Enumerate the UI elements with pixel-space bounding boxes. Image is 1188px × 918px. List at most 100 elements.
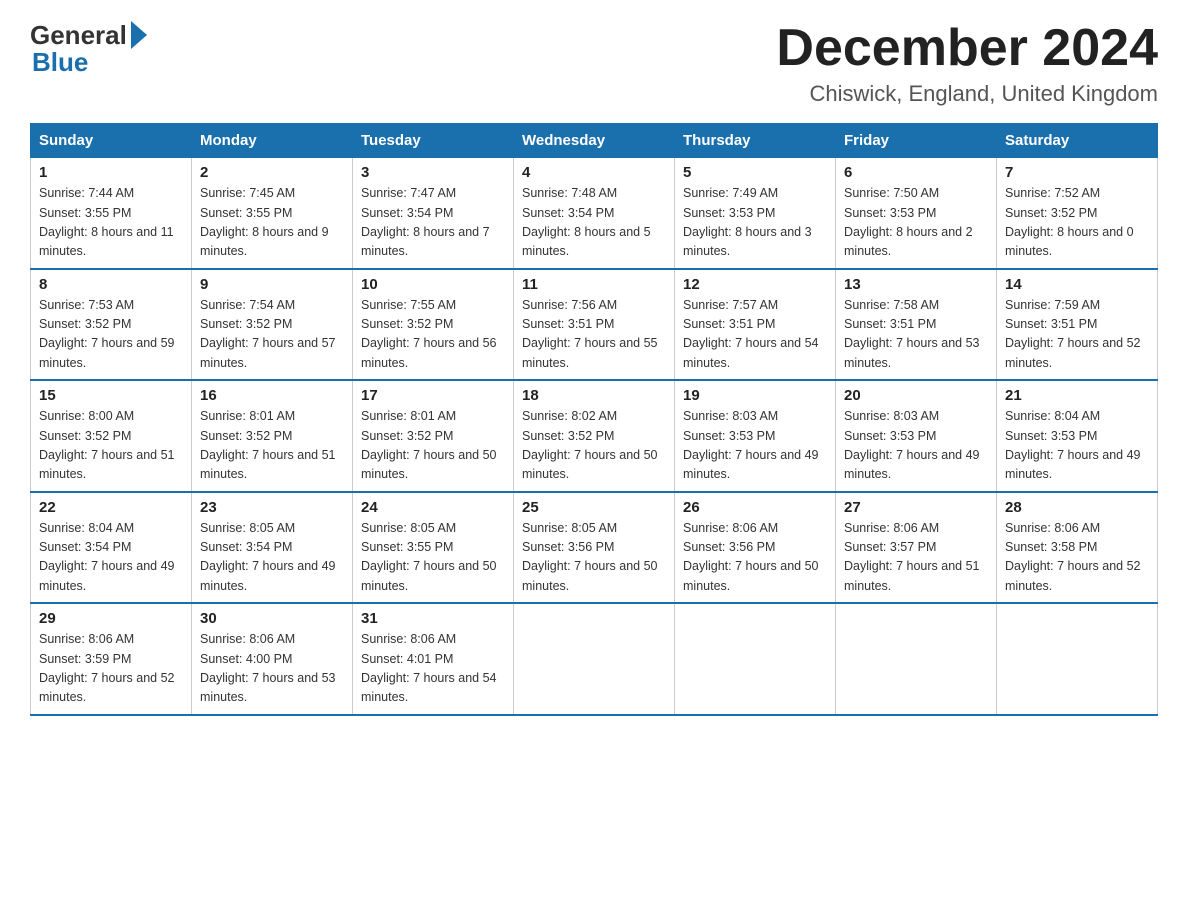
day-of-week-header: Thursday — [675, 124, 836, 158]
calendar-day-cell: 8 Sunrise: 7:53 AMSunset: 3:52 PMDayligh… — [31, 269, 192, 381]
day-info: Sunrise: 7:47 AMSunset: 3:54 PMDaylight:… — [361, 186, 490, 258]
calendar-header-row: SundayMondayTuesdayWednesdayThursdayFrid… — [31, 124, 1158, 158]
calendar-day-cell: 21 Sunrise: 8:04 AMSunset: 3:53 PMDaylig… — [997, 380, 1158, 492]
day-of-week-header: Wednesday — [514, 124, 675, 158]
day-number: 14 — [1005, 276, 1149, 293]
day-number: 10 — [361, 276, 505, 293]
calendar-day-cell: 2 Sunrise: 7:45 AMSunset: 3:55 PMDayligh… — [192, 158, 353, 269]
calendar-table: SundayMondayTuesdayWednesdayThursdayFrid… — [30, 123, 1158, 716]
day-number: 24 — [361, 499, 505, 516]
day-number: 27 — [844, 499, 988, 516]
day-number: 23 — [200, 499, 344, 516]
day-number: 5 — [683, 164, 827, 181]
calendar-day-cell: 15 Sunrise: 8:00 AMSunset: 3:52 PMDaylig… — [31, 380, 192, 492]
day-info: Sunrise: 7:54 AMSunset: 3:52 PMDaylight:… — [200, 298, 336, 370]
calendar-week-row: 29 Sunrise: 8:06 AMSunset: 3:59 PMDaylig… — [31, 603, 1158, 715]
calendar-day-cell: 13 Sunrise: 7:58 AMSunset: 3:51 PMDaylig… — [836, 269, 997, 381]
day-info: Sunrise: 8:06 AMSunset: 3:59 PMDaylight:… — [39, 632, 175, 704]
day-number: 22 — [39, 499, 183, 516]
calendar-day-cell — [836, 603, 997, 715]
day-info: Sunrise: 7:56 AMSunset: 3:51 PMDaylight:… — [522, 298, 658, 370]
day-of-week-header: Friday — [836, 124, 997, 158]
day-info: Sunrise: 7:52 AMSunset: 3:52 PMDaylight:… — [1005, 186, 1134, 258]
day-number: 25 — [522, 499, 666, 516]
month-title: December 2024 — [776, 20, 1158, 77]
day-number: 28 — [1005, 499, 1149, 516]
calendar-week-row: 8 Sunrise: 7:53 AMSunset: 3:52 PMDayligh… — [31, 269, 1158, 381]
day-number: 7 — [1005, 164, 1149, 181]
day-number: 11 — [522, 276, 666, 293]
logo: General Blue — [30, 20, 147, 78]
day-info: Sunrise: 7:45 AMSunset: 3:55 PMDaylight:… — [200, 186, 329, 258]
day-number: 17 — [361, 387, 505, 404]
calendar-day-cell: 30 Sunrise: 8:06 AMSunset: 4:00 PMDaylig… — [192, 603, 353, 715]
calendar-day-cell: 12 Sunrise: 7:57 AMSunset: 3:51 PMDaylig… — [675, 269, 836, 381]
day-info: Sunrise: 7:58 AMSunset: 3:51 PMDaylight:… — [844, 298, 980, 370]
day-of-week-header: Tuesday — [353, 124, 514, 158]
day-info: Sunrise: 8:05 AMSunset: 3:55 PMDaylight:… — [361, 521, 497, 593]
day-of-week-header: Saturday — [997, 124, 1158, 158]
day-info: Sunrise: 7:55 AMSunset: 3:52 PMDaylight:… — [361, 298, 497, 370]
day-number: 12 — [683, 276, 827, 293]
calendar-day-cell: 10 Sunrise: 7:55 AMSunset: 3:52 PMDaylig… — [353, 269, 514, 381]
title-block: December 2024 Chiswick, England, United … — [776, 20, 1158, 107]
day-number: 2 — [200, 164, 344, 181]
calendar-day-cell: 14 Sunrise: 7:59 AMSunset: 3:51 PMDaylig… — [997, 269, 1158, 381]
calendar-day-cell: 7 Sunrise: 7:52 AMSunset: 3:52 PMDayligh… — [997, 158, 1158, 269]
day-info: Sunrise: 8:03 AMSunset: 3:53 PMDaylight:… — [683, 409, 819, 481]
calendar-day-cell: 26 Sunrise: 8:06 AMSunset: 3:56 PMDaylig… — [675, 492, 836, 604]
calendar-day-cell: 4 Sunrise: 7:48 AMSunset: 3:54 PMDayligh… — [514, 158, 675, 269]
day-number: 29 — [39, 610, 183, 627]
day-number: 3 — [361, 164, 505, 181]
calendar-day-cell: 18 Sunrise: 8:02 AMSunset: 3:52 PMDaylig… — [514, 380, 675, 492]
day-info: Sunrise: 8:06 AMSunset: 3:57 PMDaylight:… — [844, 521, 980, 593]
day-info: Sunrise: 8:06 AMSunset: 4:00 PMDaylight:… — [200, 632, 336, 704]
day-number: 21 — [1005, 387, 1149, 404]
day-info: Sunrise: 7:57 AMSunset: 3:51 PMDaylight:… — [683, 298, 819, 370]
logo-arrow-icon — [131, 21, 147, 49]
day-number: 9 — [200, 276, 344, 293]
day-info: Sunrise: 7:59 AMSunset: 3:51 PMDaylight:… — [1005, 298, 1141, 370]
day-info: Sunrise: 8:02 AMSunset: 3:52 PMDaylight:… — [522, 409, 658, 481]
calendar-day-cell: 23 Sunrise: 8:05 AMSunset: 3:54 PMDaylig… — [192, 492, 353, 604]
day-info: Sunrise: 7:48 AMSunset: 3:54 PMDaylight:… — [522, 186, 651, 258]
day-number: 4 — [522, 164, 666, 181]
day-number: 13 — [844, 276, 988, 293]
day-number: 18 — [522, 387, 666, 404]
day-info: Sunrise: 7:50 AMSunset: 3:53 PMDaylight:… — [844, 186, 973, 258]
calendar-day-cell — [514, 603, 675, 715]
calendar-day-cell: 27 Sunrise: 8:06 AMSunset: 3:57 PMDaylig… — [836, 492, 997, 604]
day-number: 31 — [361, 610, 505, 627]
page-header: General Blue December 2024 Chiswick, Eng… — [30, 20, 1158, 107]
location-text: Chiswick, England, United Kingdom — [776, 81, 1158, 107]
day-number: 6 — [844, 164, 988, 181]
day-number: 19 — [683, 387, 827, 404]
day-info: Sunrise: 8:03 AMSunset: 3:53 PMDaylight:… — [844, 409, 980, 481]
calendar-week-row: 22 Sunrise: 8:04 AMSunset: 3:54 PMDaylig… — [31, 492, 1158, 604]
calendar-day-cell: 22 Sunrise: 8:04 AMSunset: 3:54 PMDaylig… — [31, 492, 192, 604]
calendar-day-cell: 16 Sunrise: 8:01 AMSunset: 3:52 PMDaylig… — [192, 380, 353, 492]
calendar-day-cell: 9 Sunrise: 7:54 AMSunset: 3:52 PMDayligh… — [192, 269, 353, 381]
day-number: 1 — [39, 164, 183, 181]
day-info: Sunrise: 8:04 AMSunset: 3:53 PMDaylight:… — [1005, 409, 1141, 481]
day-info: Sunrise: 8:06 AMSunset: 3:56 PMDaylight:… — [683, 521, 819, 593]
day-info: Sunrise: 8:04 AMSunset: 3:54 PMDaylight:… — [39, 521, 175, 593]
calendar-day-cell: 28 Sunrise: 8:06 AMSunset: 3:58 PMDaylig… — [997, 492, 1158, 604]
calendar-day-cell: 20 Sunrise: 8:03 AMSunset: 3:53 PMDaylig… — [836, 380, 997, 492]
day-info: Sunrise: 8:06 AMSunset: 4:01 PMDaylight:… — [361, 632, 497, 704]
day-info: Sunrise: 7:44 AMSunset: 3:55 PMDaylight:… — [39, 186, 174, 258]
calendar-day-cell: 24 Sunrise: 8:05 AMSunset: 3:55 PMDaylig… — [353, 492, 514, 604]
day-info: Sunrise: 8:06 AMSunset: 3:58 PMDaylight:… — [1005, 521, 1141, 593]
calendar-day-cell: 6 Sunrise: 7:50 AMSunset: 3:53 PMDayligh… — [836, 158, 997, 269]
calendar-day-cell: 5 Sunrise: 7:49 AMSunset: 3:53 PMDayligh… — [675, 158, 836, 269]
calendar-day-cell: 11 Sunrise: 7:56 AMSunset: 3:51 PMDaylig… — [514, 269, 675, 381]
calendar-week-row: 15 Sunrise: 8:00 AMSunset: 3:52 PMDaylig… — [31, 380, 1158, 492]
calendar-day-cell — [675, 603, 836, 715]
day-info: Sunrise: 7:49 AMSunset: 3:53 PMDaylight:… — [683, 186, 812, 258]
day-number: 15 — [39, 387, 183, 404]
calendar-day-cell: 25 Sunrise: 8:05 AMSunset: 3:56 PMDaylig… — [514, 492, 675, 604]
day-of-week-header: Sunday — [31, 124, 192, 158]
day-number: 26 — [683, 499, 827, 516]
calendar-day-cell: 31 Sunrise: 8:06 AMSunset: 4:01 PMDaylig… — [353, 603, 514, 715]
calendar-day-cell: 3 Sunrise: 7:47 AMSunset: 3:54 PMDayligh… — [353, 158, 514, 269]
